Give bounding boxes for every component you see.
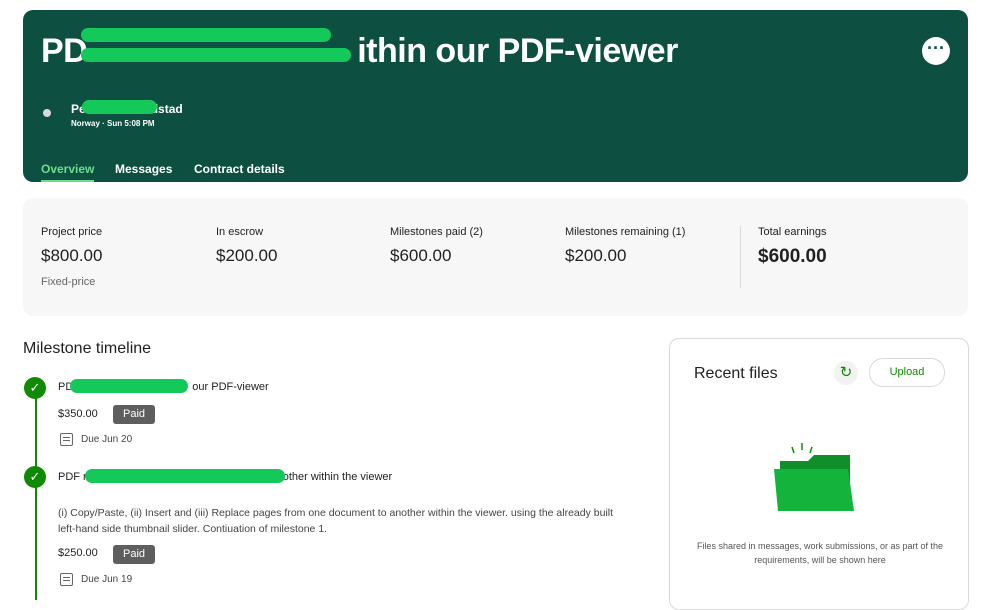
milestone-description: (i) Copy/Paste, (ii) Insert and (iii) Re… bbox=[58, 507, 614, 535]
status-badge: Paid bbox=[113, 545, 155, 564]
tab-messages[interactable]: Messages bbox=[115, 162, 172, 176]
stat-label: Milestones remaining (1) bbox=[565, 226, 686, 238]
stat-milestones-paid: Milestones paid (2) $600.00 bbox=[390, 226, 483, 266]
stat-label: Total earnings bbox=[758, 226, 827, 238]
milestone-name-end: our PDF-viewer bbox=[192, 380, 269, 393]
folder-icon bbox=[774, 443, 854, 511]
refresh-icon[interactable]: ↻ bbox=[834, 361, 858, 385]
stat-value: $600.00 bbox=[758, 246, 827, 267]
client-status-dot bbox=[43, 109, 51, 117]
stat-value: $200.00 bbox=[565, 246, 627, 265]
earnings-summary: Project price $800.00 Fixed-price In esc… bbox=[23, 198, 968, 316]
stat-label: In escrow bbox=[216, 226, 264, 238]
stat-label: Milestones paid (2) bbox=[390, 226, 483, 238]
milestone-name-end: other within the viewer bbox=[282, 470, 393, 483]
stat-value: $600.00 bbox=[390, 246, 452, 265]
stat-in-escrow: In escrow $200.00 bbox=[216, 226, 277, 266]
milestone-name[interactable]: PD our PDF-viewer bbox=[58, 379, 269, 394]
tab-overview[interactable]: Overview bbox=[41, 162, 95, 182]
upload-button[interactable]: Upload bbox=[869, 358, 945, 387]
client-name[interactable]: Pe dstad bbox=[71, 99, 183, 117]
contract-title-end: ithin our PDF-viewer bbox=[357, 32, 678, 70]
redaction-mark bbox=[81, 99, 157, 114]
stat-subtext: Fixed-price bbox=[41, 276, 96, 288]
ellipsis-icon: ··· bbox=[927, 38, 945, 58]
milestone-name[interactable]: PDF r other within the viewer bbox=[58, 469, 393, 484]
milestone-amount: $250.00 bbox=[58, 547, 98, 559]
recent-files-card: Recent files ↻ Upload Files shared in me… bbox=[669, 338, 969, 610]
due-date-text: Due Jun 20 bbox=[81, 434, 133, 446]
stat-total-earnings: Total earnings $600.00 bbox=[758, 226, 827, 268]
tab-contract-details[interactable]: Contract details bbox=[194, 162, 285, 176]
recent-files-title: Recent files bbox=[694, 365, 778, 382]
more-options-button[interactable]: ··· bbox=[922, 37, 950, 65]
stat-value: $800.00 bbox=[41, 246, 103, 265]
milestone-name-start: PDF r bbox=[58, 470, 87, 483]
timeline-line bbox=[35, 398, 37, 600]
client-location-time: Norway · Sun 5:08 PM bbox=[71, 119, 155, 128]
stat-project-price: Project price $800.00 Fixed-price bbox=[41, 226, 102, 288]
milestone-timeline-title: Milestone timeline bbox=[23, 340, 152, 357]
calendar-icon bbox=[60, 573, 73, 586]
contract-header: PD ithin our PDF-viewer ··· Pe dstad Norwa… bbox=[23, 10, 968, 182]
check-icon: ✓ bbox=[24, 377, 46, 399]
check-icon: ✓ bbox=[24, 466, 46, 488]
stat-divider bbox=[740, 226, 741, 288]
contract-title-start: PD bbox=[41, 32, 88, 70]
stat-value: $200.00 bbox=[216, 246, 278, 265]
milestone-amount: $350.00 bbox=[58, 408, 98, 420]
redaction-mark bbox=[70, 379, 189, 393]
contract-title: PD ithin our PDF-viewer bbox=[41, 28, 678, 71]
stat-milestones-remaining: Milestones remaining (1) $200.00 bbox=[565, 226, 685, 266]
files-empty-message: Files shared in messages, work submissio… bbox=[696, 541, 944, 565]
due-date-text: Due Jun 19 bbox=[81, 574, 133, 586]
redaction-mark bbox=[81, 28, 357, 68]
redaction-mark bbox=[84, 469, 285, 483]
milestone-due-date: Due Jun 19 bbox=[60, 573, 132, 586]
milestone-due-date: Due Jun 20 bbox=[60, 433, 132, 446]
calendar-icon bbox=[60, 433, 73, 446]
status-badge: Paid bbox=[113, 405, 155, 424]
stat-label: Project price bbox=[41, 226, 103, 238]
